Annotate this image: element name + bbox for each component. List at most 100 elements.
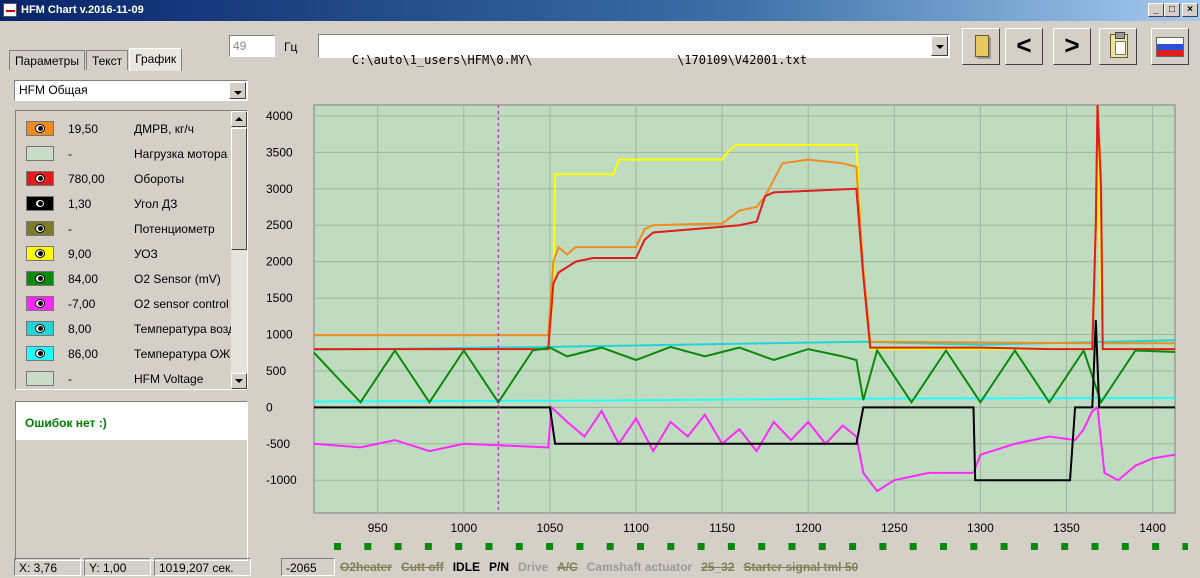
tab-chart[interactable]: График: [129, 48, 183, 71]
channel-row[interactable]: -7,00 O2 sensor control: [16, 292, 231, 318]
tab-parameters[interactable]: Параметры: [9, 50, 85, 70]
language-button[interactable]: [1151, 28, 1189, 65]
channel-row[interactable]: 19,50 ДМРВ, кг/ч: [16, 117, 231, 143]
channel-name: Потенциометр: [134, 222, 215, 236]
channel-row[interactable]: - Потенциометр: [16, 217, 231, 243]
error-message: Ошибок нет :): [25, 416, 107, 430]
chevron-right-icon: >: [1064, 30, 1080, 60]
close-button[interactable]: ×: [1182, 3, 1198, 17]
y-tick-label: 3000: [266, 182, 293, 196]
scroll-down-button[interactable]: [231, 373, 247, 389]
channel-visibility-toggle[interactable]: [26, 196, 54, 211]
status-y: Y: 1,00: [84, 558, 151, 576]
app-icon: [3, 3, 17, 17]
y-tick-label: 3500: [266, 145, 293, 159]
marker-square: [394, 543, 402, 550]
status-flag: A/C: [557, 560, 578, 574]
eye-icon: [35, 124, 45, 133]
chevron-left-icon: <: [1016, 30, 1032, 60]
marker-square: [849, 543, 857, 550]
channel-value: 19,50: [68, 122, 99, 136]
channel-visibility-toggle[interactable]: [26, 271, 54, 286]
channel-row[interactable]: 780,00 Обороты: [16, 167, 231, 193]
y-tick-label: -500: [266, 437, 290, 451]
channel-visibility-toggle[interactable]: [26, 171, 54, 186]
scroll-up-button[interactable]: [231, 111, 247, 127]
marker-square: [697, 543, 705, 550]
channel-value: -: [68, 147, 72, 161]
channel-row[interactable]: 86,00 Температура ОЖ: [16, 342, 231, 368]
book-icon: [975, 35, 989, 57]
status-flag: Drive: [518, 560, 549, 574]
status-raw: -2065: [281, 558, 335, 576]
channel-row[interactable]: - Нагрузка мотора: [16, 142, 231, 168]
channel-visibility-toggle[interactable]: [26, 146, 54, 161]
channel-visibility-toggle[interactable]: [26, 371, 54, 386]
marker-square: [1091, 543, 1099, 550]
channel-value: 86,00: [68, 347, 99, 361]
frequency-unit-label: Гц: [284, 40, 298, 54]
marker-square: [455, 543, 463, 550]
channel-visibility-toggle[interactable]: [26, 246, 54, 261]
eye-icon: [35, 299, 45, 308]
marker-square: [424, 543, 432, 550]
channel-name: Обороты: [134, 172, 185, 186]
channel-value: 84,00: [68, 272, 99, 286]
tab-strip: Параметры Текст График: [9, 48, 183, 71]
preset-select[interactable]: HFM Общая: [14, 80, 248, 101]
channel-value: -: [68, 372, 72, 386]
x-tick-label: 1300: [967, 521, 994, 535]
channel-row[interactable]: - HFM Voltage: [16, 367, 231, 389]
channel-visibility-toggle[interactable]: [26, 296, 54, 311]
eye-icon: [35, 174, 45, 183]
error-panel-footer: [16, 440, 247, 560]
chevron-down-icon[interactable]: [931, 36, 948, 56]
channel-row[interactable]: 9,00 УОЗ: [16, 242, 231, 268]
marker-square: [637, 543, 644, 550]
status-flag: Cutt off: [401, 560, 444, 574]
channel-list: - HFM Voltage 86,00 Температура ОЖ 8,00 Темпе…: [15, 110, 248, 390]
file-path-combo[interactable]: C:\auto\1_users\HFM\0.MY\ \170109\V42001…: [318, 34, 950, 67]
channel-row[interactable]: 84,00 O2 Sensor (mV): [16, 267, 231, 293]
channel-visibility-toggle[interactable]: [26, 346, 54, 361]
scroll-thumb[interactable]: [231, 128, 247, 250]
channel-list-scrollbar[interactable]: [231, 111, 247, 389]
marker-square: [970, 543, 978, 550]
clipboard-icon: [1110, 32, 1128, 58]
marker-square: [727, 543, 735, 550]
marker-square: [1061, 543, 1069, 550]
channel-value: 1,30: [68, 197, 92, 211]
channel-row[interactable]: 8,00 Температура воздуха: [16, 317, 234, 343]
chart-svg[interactable]: 950 1000 1050 1100 1150 1200 1250 1300 1350 1400 -…: [256, 78, 1188, 556]
channel-value: 780,00: [68, 172, 105, 186]
x-tick-label: 1100: [623, 521, 649, 535]
y-tick-label: -1000: [266, 473, 297, 487]
clipboard-button[interactable]: [1099, 28, 1137, 65]
previous-file-button[interactable]: <: [1005, 28, 1043, 65]
open-file-button[interactable]: [962, 28, 1000, 65]
chart-area[interactable]: 950 1000 1050 1100 1150 1200 1250 1300 1350 1400 -…: [256, 78, 1188, 575]
marker-square: [515, 543, 523, 550]
channel-name: Угол ДЗ: [134, 197, 178, 211]
tab-text[interactable]: Текст: [85, 50, 129, 70]
channel-name: O2 sensor control: [134, 297, 229, 311]
minimize-button[interactable]: _: [1148, 3, 1164, 17]
marker-square: [1030, 543, 1038, 550]
marker-square: [758, 543, 766, 550]
status-flags: O2heater Cutt off IDLE P/N Drive A/C Camshaft …: [340, 558, 858, 576]
channel-name: Температура воздуха: [134, 322, 234, 336]
channel-visibility-toggle[interactable]: [26, 221, 54, 236]
channel-row[interactable]: 1,30 Угол ДЗ: [16, 192, 231, 218]
channel-visibility-toggle[interactable]: [26, 121, 54, 136]
x-tick-label: 1200: [795, 521, 822, 535]
chevron-down-icon[interactable]: [229, 82, 246, 99]
eye-icon: [35, 199, 45, 208]
frequency-input[interactable]: 49: [229, 35, 275, 57]
channel-visibility-toggle[interactable]: [26, 321, 54, 336]
marker-square: [879, 543, 887, 550]
status-flag: 25_32: [701, 560, 735, 574]
marker-square: [788, 543, 796, 550]
maximize-button[interactable]: □: [1164, 3, 1180, 17]
x-tick-label: 1350: [1053, 521, 1080, 535]
next-file-button[interactable]: >: [1053, 28, 1091, 65]
